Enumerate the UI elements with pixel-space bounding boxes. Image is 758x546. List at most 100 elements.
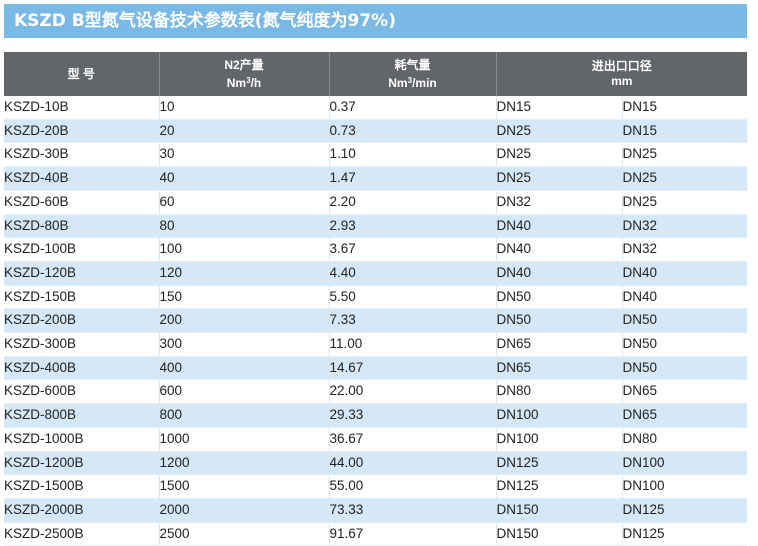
cell-model: KSZD-120B: [4, 261, 160, 286]
cell-outlet: DN50: [622, 356, 748, 381]
cell-inlet: DN65: [496, 356, 623, 381]
table-row: KSZD-2000B 2000 73.33 DN150 DN125: [4, 498, 748, 523]
cell-air-consumption: 4.40: [329, 261, 497, 286]
table-row: KSZD-10B 10 0.37 DN15 DN15: [4, 96, 748, 120]
cell-n2-output: 10: [159, 96, 330, 120]
cell-air-consumption: 7.33: [329, 308, 497, 334]
cell-inlet: DN40: [496, 237, 623, 262]
cell-n2-output: 400: [159, 356, 330, 381]
header-ports-label: 进出口口径: [591, 59, 652, 73]
table-row: KSZD-600B 600 22.00 DN80 DN65: [4, 379, 748, 405]
cell-n2-output: 600: [159, 379, 330, 405]
cell-outlet: DN80: [622, 427, 748, 452]
cell-n2-output: 300: [159, 332, 330, 357]
cell-inlet: DN50: [496, 285, 623, 310]
cell-inlet: DN25: [496, 119, 623, 144]
cell-model: KSZD-1500B: [4, 474, 160, 499]
table-title: KSZD B型氮气设备技术参数表(氮气纯度为97%): [4, 4, 747, 38]
cell-inlet: DN100: [496, 427, 623, 452]
cell-model: KSZD-400B: [4, 356, 160, 381]
cell-outlet: DN25: [622, 142, 748, 168]
cell-outlet: DN25: [622, 166, 748, 191]
cell-inlet: DN15: [496, 96, 623, 120]
table-row: KSZD-120B 120 4.40 DN40 DN40: [4, 261, 748, 286]
cell-outlet: DN125: [622, 498, 748, 523]
header-n2-unit-base: Nm: [226, 75, 247, 90]
cell-outlet: DN40: [622, 285, 748, 310]
cell-outlet: DN65: [622, 403, 748, 428]
cell-inlet: DN40: [496, 214, 623, 239]
cell-model: KSZD-30B: [4, 142, 160, 168]
cell-model: KSZD-60B: [4, 190, 160, 215]
cell-outlet: DN100: [622, 474, 748, 499]
cell-air-consumption: 0.37: [329, 96, 497, 120]
header-air-consumption-label: 耗气量: [394, 57, 431, 72]
cell-model: KSZD-2500B: [4, 522, 160, 546]
cell-air-consumption: 22.00: [329, 379, 497, 405]
table-row: KSZD-300B 300 11.00 DN65 DN50: [4, 332, 748, 357]
table-row: KSZD-1500B 1500 55.00 DN125 DN100: [4, 474, 748, 499]
cell-n2-output: 1000: [159, 427, 330, 452]
cell-air-consumption: 29.33: [329, 403, 497, 428]
cell-air-consumption: 0.73: [329, 119, 497, 144]
cell-model: KSZD-1000B: [4, 427, 160, 452]
table-row: KSZD-150B 150 5.50 DN50 DN40: [4, 285, 748, 310]
cell-n2-output: 20: [159, 119, 330, 144]
cell-model: KSZD-300B: [4, 332, 160, 357]
cell-air-consumption: 55.00: [329, 474, 497, 499]
cell-n2-output: 800: [159, 403, 330, 428]
cell-n2-output: 80: [159, 214, 330, 239]
cell-model: KSZD-80B: [4, 214, 160, 239]
table-row: KSZD-400B 400 14.67 DN65 DN50: [4, 356, 748, 381]
table-row: KSZD-30B 30 1.10 DN25 DN25: [4, 142, 748, 168]
table-row: KSZD-1000B 1000 36.67 DN100 DN80: [4, 427, 748, 452]
table-row: KSZD-1200B 1200 44.00 DN125 DN100: [4, 451, 748, 476]
cell-inlet: DN150: [496, 522, 623, 546]
table-row: KSZD-40B 40 1.47 DN25 DN25: [4, 166, 748, 191]
cell-outlet: DN125: [622, 522, 748, 546]
cell-air-consumption: 36.67: [329, 427, 497, 452]
table-row: KSZD-60B 60 2.20 DN32 DN25: [4, 190, 748, 215]
cell-air-consumption: 2.20: [329, 190, 497, 215]
cell-inlet: DN65: [496, 332, 623, 357]
header-ports: 进出口口径 mm: [496, 52, 748, 96]
cell-outlet: DN32: [622, 237, 748, 262]
cell-inlet: DN40: [496, 261, 623, 286]
cell-inlet: DN125: [496, 451, 623, 476]
cell-model: KSZD-1200B: [4, 451, 160, 476]
cell-model: KSZD-200B: [4, 308, 160, 334]
cell-air-consumption: 3.67: [329, 237, 497, 262]
cell-n2-output: 2500: [159, 522, 330, 546]
table-row: KSZD-2500B 2500 91.67 DN150 DN125: [4, 522, 748, 546]
cell-air-consumption: 73.33: [329, 498, 497, 523]
cell-air-consumption: 91.67: [329, 522, 497, 546]
cell-n2-output: 1200: [159, 451, 330, 476]
cell-air-consumption: 11.00: [329, 332, 497, 357]
cell-outlet: DN32: [622, 214, 748, 239]
cell-air-consumption: 5.50: [329, 285, 497, 310]
cell-outlet: DN15: [622, 96, 748, 120]
header-air-consumption: 耗气量 Nm3/min: [329, 52, 497, 96]
cell-inlet: DN25: [496, 142, 623, 168]
cell-model: KSZD-40B: [4, 166, 160, 191]
cell-n2-output: 120: [159, 261, 330, 286]
cell-n2-output: 30: [159, 142, 330, 168]
cell-n2-output: 200: [159, 308, 330, 334]
cell-inlet: DN80: [496, 379, 623, 405]
cell-air-consumption: 14.67: [329, 356, 497, 381]
cell-air-consumption: 1.47: [329, 166, 497, 191]
header-n2-unit-tail: /h: [250, 75, 262, 90]
cell-inlet: DN50: [496, 308, 623, 334]
cell-n2-output: 1500: [159, 474, 330, 499]
cell-inlet: DN125: [496, 474, 623, 499]
cell-model: KSZD-10B: [4, 96, 160, 120]
table-row: KSZD-100B 100 3.67 DN40 DN32: [4, 237, 748, 262]
table-body: KSZD-10B 10 0.37 DN15 DN15 KSZD-20B 20 0.73 DN25…: [4, 96, 748, 546]
cell-model: KSZD-800B: [4, 403, 160, 428]
cell-outlet: DN25: [622, 190, 748, 215]
cell-outlet: DN65: [622, 379, 748, 405]
header-n2-output-label: N2产量: [224, 57, 264, 72]
spec-table: 型 号 N2产量 Nm3/h 耗气量 Nm3/min 进出口口径 mm KSZD…: [4, 52, 748, 546]
table-row: KSZD-200B 200 7.33 DN50 DN50: [4, 308, 748, 334]
cell-outlet: DN100: [622, 451, 748, 476]
